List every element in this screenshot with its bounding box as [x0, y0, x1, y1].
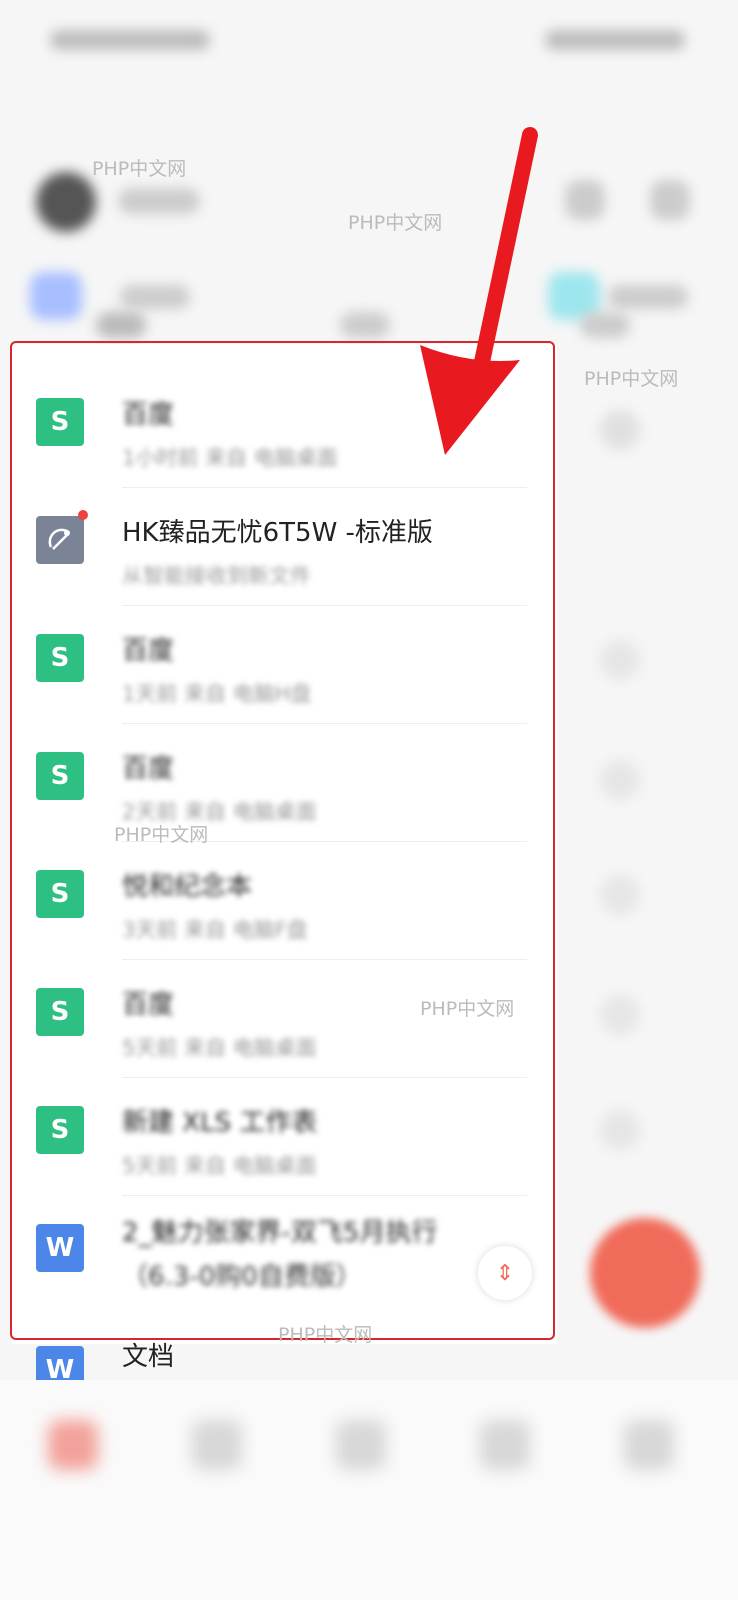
spreadsheet-icon: S [36, 988, 84, 1036]
file-title: 2_魅力张家界-双飞5月执行 [122, 1218, 438, 1248]
scroll-handle[interactable]: ⇕ [478, 1246, 532, 1300]
watermark: PHP中文网 [114, 824, 209, 846]
status-right [545, 30, 685, 50]
nav-icon-3[interactable] [336, 1420, 386, 1470]
bottom-nav [0, 1380, 738, 1600]
add-fab-button[interactable] [590, 1218, 700, 1328]
file-subtitle: 5天前 来自 电脑桌面 [122, 1036, 317, 1060]
item-more-icon[interactable] [600, 1110, 640, 1150]
file-title: HK臻品无忧6T5W -标准版 [122, 518, 433, 548]
document-icon: W [36, 1224, 84, 1272]
item-more-icon[interactable] [600, 760, 640, 800]
watermark: PHP中文网 [92, 158, 187, 180]
nav-icon-4[interactable] [480, 1420, 530, 1470]
file-title: 新建 XLS 工作表 [122, 1108, 318, 1138]
file-subtitle: 3天前 来自 电脑F盘 [122, 918, 308, 942]
watermark: PHP中文网 [420, 998, 515, 1020]
file-item-0[interactable]: S 百度 1小时前 来自 电脑桌面 [12, 368, 557, 488]
file-item-2[interactable]: S 百度 1天前 来自 电脑H盘 [12, 604, 557, 724]
spreadsheet-icon: S [36, 870, 84, 918]
nav-icon-5[interactable] [624, 1420, 674, 1470]
satellite-icon-glyph [48, 528, 70, 550]
spreadsheet-icon: S [36, 634, 84, 682]
item-more-icon[interactable] [600, 410, 640, 450]
tab-3[interactable] [580, 312, 630, 338]
tab-recent[interactable] [96, 312, 146, 338]
file-subtitle: 5天前 来自 电脑桌面 [122, 1154, 317, 1178]
header-icon-2[interactable] [650, 180, 690, 220]
status-bar [0, 0, 738, 80]
item-more-icon[interactable] [600, 640, 640, 680]
file-title-line2: （6.3-0购0自费版） [122, 1262, 362, 1292]
user-name [118, 188, 200, 214]
file-title: 悦和纪念本 [122, 872, 253, 902]
file-title: 百度 [122, 990, 175, 1020]
watermark: PHP中文网 [584, 368, 679, 390]
file-subtitle: 1小时前 来自 电脑桌面 [122, 446, 338, 470]
item-more-icon[interactable] [600, 995, 640, 1035]
spreadsheet-icon: S [36, 752, 84, 800]
recent-files-list: S 百度 1小时前 来自 电脑桌面 HK臻品无忧6T5W -标准版 从智能接收到… [12, 344, 557, 1344]
unread-badge [78, 510, 88, 520]
item-more-icon[interactable] [600, 875, 640, 915]
file-item-7[interactable]: W 2_魅力张家界-双飞5月执行 （6.3-0购0自费版） [12, 1194, 557, 1314]
file-item-6[interactable]: S 新建 XLS 工作表 5天前 来自 电脑桌面 [12, 1076, 557, 1196]
spreadsheet-icon: S [36, 398, 84, 446]
tab-2[interactable] [340, 312, 390, 338]
file-item-3[interactable]: S 百度 2天前 来自 电脑桌面 [12, 722, 557, 842]
nav-home-icon[interactable] [48, 1420, 98, 1470]
file-title: 文档 [122, 1342, 175, 1372]
file-title: 百度 [122, 754, 175, 784]
satellite-icon [36, 516, 84, 564]
avatar[interactable] [36, 172, 96, 232]
header-icon-1[interactable] [565, 180, 605, 220]
watermark: PHP中文网 [278, 1324, 373, 1346]
file-item-1[interactable]: HK臻品无忧6T5W -标准版 从智能接收到新文件 [12, 486, 557, 606]
spreadsheet-icon: S [36, 1106, 84, 1154]
nav-icon-2[interactable] [192, 1420, 242, 1470]
file-title: 百度 [122, 400, 175, 430]
watermark: PHP中文网 [348, 212, 443, 234]
file-subtitle: 1天前 来自 电脑H盘 [122, 682, 312, 706]
status-left [50, 30, 210, 50]
file-title: 百度 [122, 636, 175, 666]
file-subtitle: 从智能接收到新文件 [122, 564, 311, 588]
file-item-4[interactable]: S 悦和纪念本 3天前 来自 电脑F盘 [12, 840, 557, 960]
